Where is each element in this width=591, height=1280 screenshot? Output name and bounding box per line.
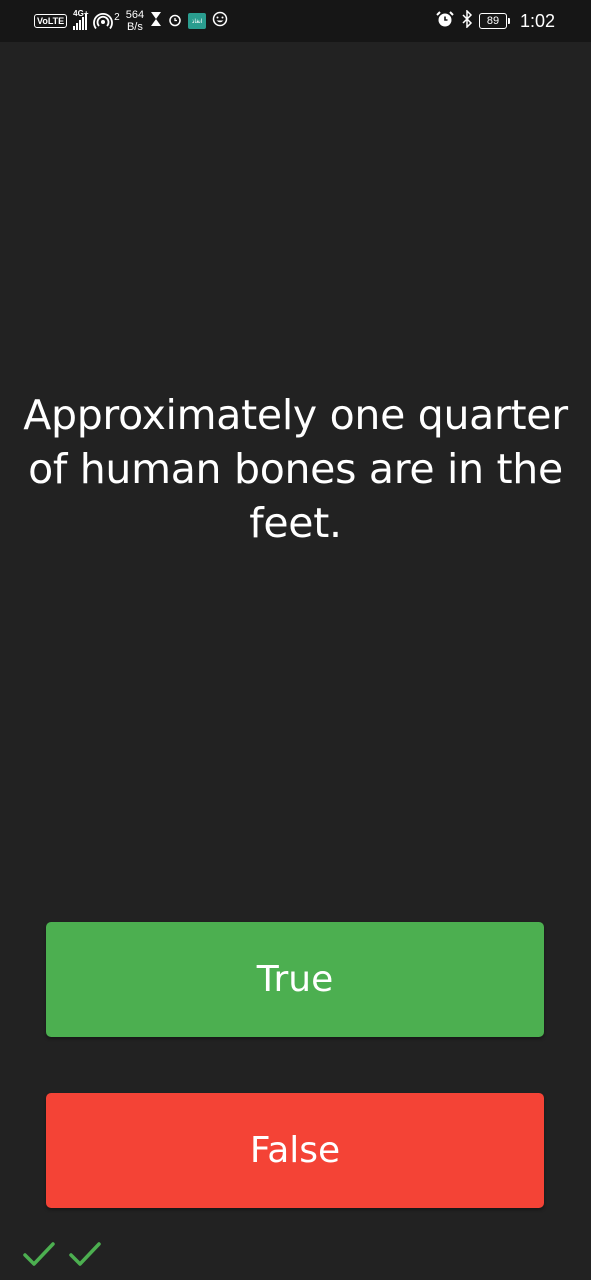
speed-unit: B/s bbox=[126, 21, 143, 33]
check-icon bbox=[68, 1240, 102, 1272]
false-button[interactable]: False bbox=[46, 1093, 544, 1208]
alarm-icon bbox=[168, 12, 182, 31]
alarm-clock-icon bbox=[435, 10, 455, 32]
hotspot-count: 2 bbox=[114, 12, 120, 23]
signal-icon: 4G+ bbox=[73, 9, 89, 30]
bluetooth-icon bbox=[461, 9, 473, 32]
status-bar-left: VoLTE 4G+ 2 564 B/s انغاذ bbox=[34, 0, 228, 42]
clock: 1:02 bbox=[519, 10, 555, 31]
app-badge-icon: انغاذ bbox=[188, 13, 207, 29]
status-bar: VoLTE 4G+ 2 564 B/s انغاذ 89 1:02 bbox=[0, 0, 591, 42]
battery-icon: 89 bbox=[478, 13, 510, 29]
hourglass-icon bbox=[150, 11, 162, 31]
status-bar-right: 89 1:02 bbox=[435, 0, 555, 42]
answer-history bbox=[22, 1240, 102, 1272]
emoji-icon bbox=[212, 11, 228, 31]
speed-value: 564 bbox=[125, 9, 145, 21]
check-icon bbox=[22, 1240, 56, 1272]
volte-badge: VoLTE bbox=[34, 14, 68, 28]
question-text: Approximately one quarter of human bones… bbox=[23, 391, 568, 547]
hotspot-icon: 2 bbox=[93, 12, 120, 30]
true-button[interactable]: True bbox=[46, 922, 544, 1037]
network-speed: 564 B/s bbox=[126, 9, 144, 33]
battery-level: 89 bbox=[478, 13, 507, 29]
network-type-label: 4G+ bbox=[73, 9, 89, 18]
